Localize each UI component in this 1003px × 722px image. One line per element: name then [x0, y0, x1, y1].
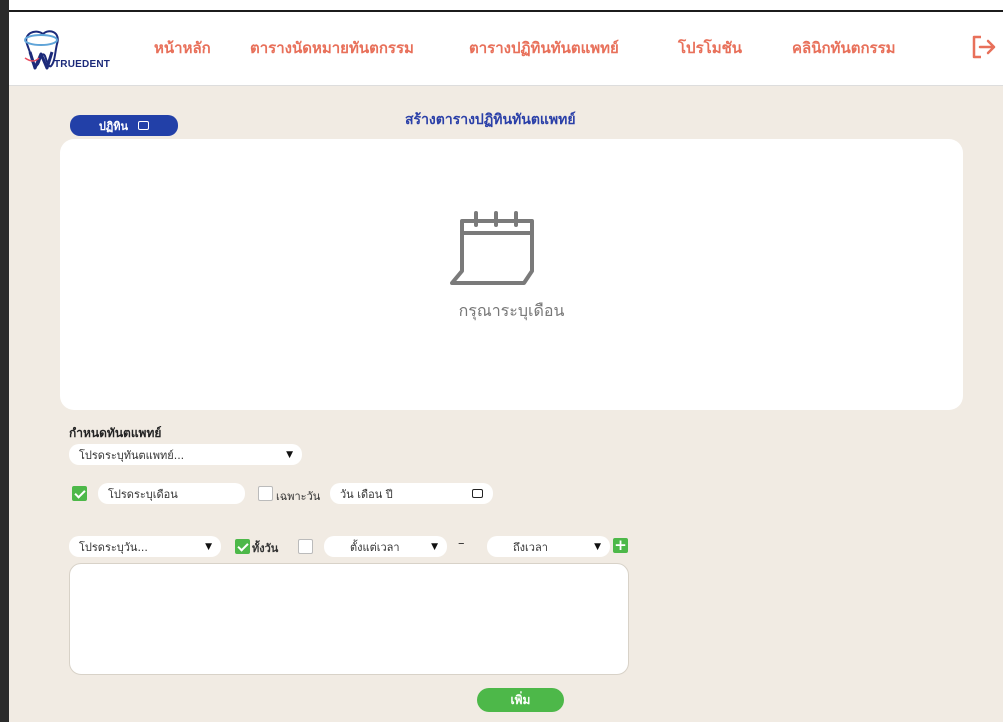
calendar-icon [138, 121, 150, 130]
window-top-bar [9, 0, 1003, 10]
end-time-select[interactable]: ถึงเวลา ▼ [487, 536, 610, 557]
add-button[interactable]: เพิ่ม [477, 688, 564, 712]
chevron-down-icon: ▼ [286, 449, 293, 460]
month-checkbox[interactable] [72, 486, 87, 501]
header: TRUEDENT หน้าหลัก ตารางนัดหมายทันตกรรม ต… [9, 12, 1003, 86]
truedent-logo[interactable]: TRUEDENT [21, 22, 149, 74]
chevron-down-icon: ▼ [205, 541, 212, 552]
calendar-view-button[interactable]: ปฏิทิน [70, 115, 178, 136]
all-day-label: ทั้งวัน [252, 542, 279, 555]
calendar-empty-icon [450, 211, 534, 285]
chevron-down-icon: ▼ [431, 541, 438, 552]
calendar-panel: กรุณาระบุเดือน [60, 139, 963, 410]
doctor-select-value: โปรดระบุทันตแพทย์... [79, 448, 185, 462]
time-range-checkbox[interactable] [298, 539, 313, 554]
day-select-value: โปรดระบุวัน... [79, 540, 148, 554]
month-input[interactable]: โปรดระบุเดือน [98, 483, 245, 504]
month-input-placeholder: โปรดระบุเดือน [108, 487, 178, 501]
start-time-value: ตั้งแต่เวลา [350, 540, 400, 554]
date-input[interactable]: วัน เดือน ปี [330, 483, 493, 504]
nav-promotions[interactable]: โปรโมชัน [678, 36, 742, 60]
day-select[interactable]: โปรดระบุวัน... ▼ [69, 536, 221, 557]
calendar-view-label: ปฏิทิน [98, 119, 129, 133]
calendar-icon[interactable] [472, 489, 483, 498]
logo-text: TRUEDENT [54, 59, 111, 70]
doctor-select[interactable]: โปรดระบุทันตแพทย์... ▼ [69, 444, 302, 465]
nav-appointments[interactable]: ตารางนัดหมายทันตกรรม [250, 36, 414, 60]
date-input-placeholder: วัน เดือน ปี [340, 487, 393, 501]
nav-home[interactable]: หน้าหลัก [154, 36, 211, 60]
end-time-value: ถึงเวลา [513, 540, 548, 554]
specific-day-label: เฉพาะวัน [276, 490, 321, 503]
chevron-down-icon: ▼ [594, 541, 601, 552]
window-frame [0, 0, 9, 722]
calendar-empty-message: กรุณาระบุเดือน [458, 301, 565, 320]
start-time-select[interactable]: ตั้งแต่เวลา ▼ [324, 536, 447, 557]
schedule-list-box[interactable] [69, 563, 629, 675]
nav-dentist-calendar[interactable]: ตารางปฏิทินทันตแพทย์ [469, 36, 619, 60]
nav-clinics[interactable]: คลินิกทันตกรรม [792, 36, 896, 60]
time-range-separator: – [458, 536, 465, 551]
all-day-checkbox[interactable] [235, 539, 250, 554]
doctor-section-label: กำหนดทันตแพทย์ [69, 426, 162, 440]
add-time-button[interactable]: + [613, 538, 628, 553]
specific-day-checkbox[interactable] [258, 486, 273, 501]
logout-icon[interactable] [971, 34, 997, 60]
page-title: สร้างตารางปฏิทินทันตแพทย์ [405, 112, 576, 128]
